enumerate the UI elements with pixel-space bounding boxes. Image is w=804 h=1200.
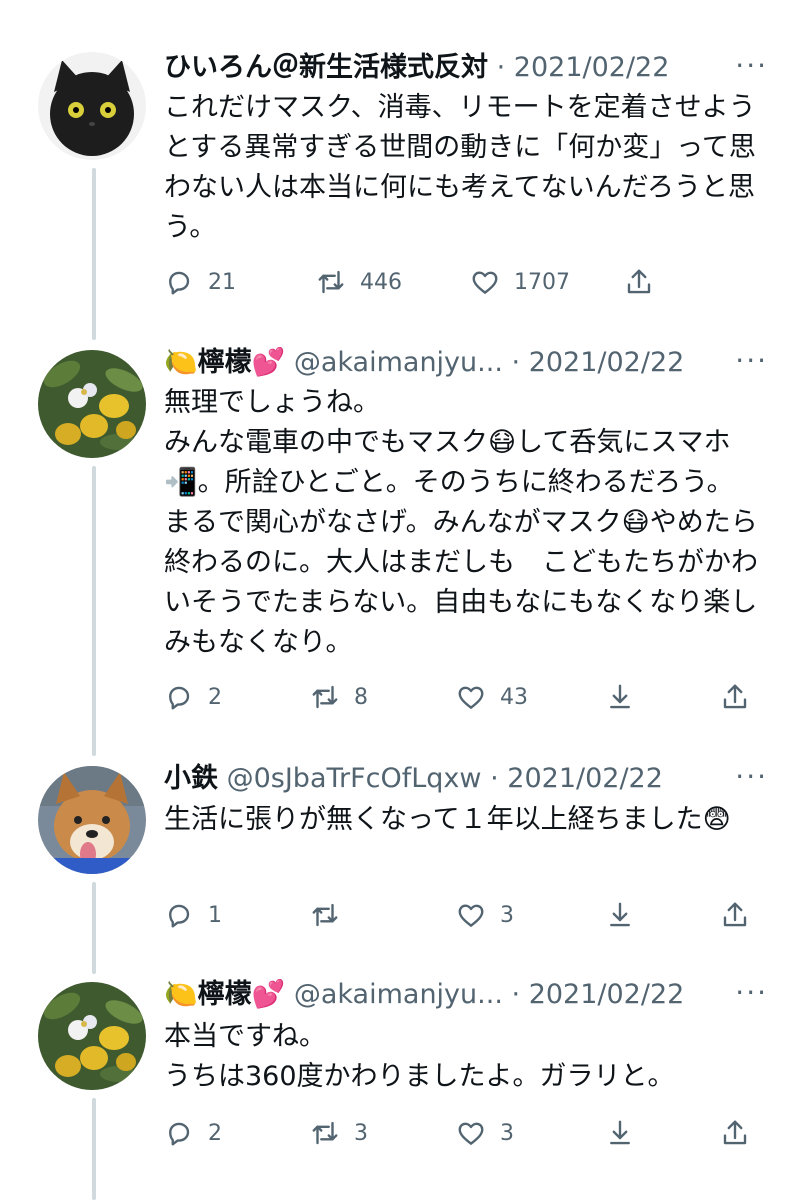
more-options-icon[interactable]: ···	[735, 973, 768, 1013]
heart-icon	[458, 686, 484, 709]
share-icon	[723, 1120, 747, 1145]
like-button[interactable]: 3	[456, 895, 514, 935]
reply-icon	[169, 904, 190, 928]
download-button[interactable]	[605, 677, 635, 717]
share-button[interactable]	[720, 677, 750, 717]
reply-icon	[169, 686, 190, 710]
share-icon	[627, 269, 651, 294]
tweet-text: これだけマスク、消毒、リモートを定着させようとする異常すぎる世間の動きに「何か変…	[164, 92, 756, 243]
thread-line	[92, 168, 96, 340]
avatar[interactable]	[38, 982, 146, 1090]
display-name[interactable]: 🍋檸檬💕	[164, 347, 285, 378]
more-options-icon[interactable]: ···	[735, 46, 768, 86]
share-icon	[723, 684, 747, 709]
retweet-button[interactable]: 8	[310, 677, 368, 717]
reply-count: 1	[208, 902, 222, 928]
reply-button[interactable]: 2	[164, 677, 222, 717]
retweet-button[interactable]: 3	[310, 1113, 368, 1153]
heart-icon	[458, 1122, 484, 1145]
retweet-count: 3	[354, 1120, 368, 1146]
share-button[interactable]	[624, 262, 654, 302]
tweet-header: 小鉄 @0sJbaTrFcOfLqxw · 2021/02/22	[164, 759, 764, 799]
reply-icon	[169, 271, 190, 295]
user-handle[interactable]: @0sJbaTrFcOfLqxw	[227, 763, 482, 794]
reply-button[interactable]: 1	[164, 895, 222, 935]
separator-dot: ·	[511, 979, 521, 1010]
separator-dot: ·	[490, 763, 499, 794]
retweet-icon	[312, 1121, 338, 1145]
reply-count: 2	[208, 684, 222, 710]
user-handle[interactable]: @akaimanjyu...	[294, 347, 503, 378]
thread-line	[92, 882, 96, 974]
like-button[interactable]: 3	[456, 1113, 514, 1153]
download-icon	[610, 1120, 630, 1145]
like-count: 1707	[514, 269, 570, 295]
action-bar: 2 3 3	[164, 1113, 754, 1153]
retweet-icon	[318, 270, 344, 294]
reply-icon	[169, 1122, 190, 1146]
separator-dot: ·	[496, 52, 506, 83]
tweet-header: 🍋檸檬💕 @akaimanjyu... · 2021/02/22	[164, 975, 764, 1015]
retweet-count: 446	[360, 269, 402, 295]
timestamp[interactable]: 2021/02/22	[507, 763, 663, 794]
tweet-text: 本当ですね。 うちは360度かわりましたよ。ガラリと。	[164, 1021, 675, 1092]
retweet-count: 8	[354, 684, 368, 710]
thread-line	[92, 466, 96, 756]
reply-button[interactable]: 21	[164, 262, 236, 302]
retweet-icon	[312, 903, 338, 927]
avatar[interactable]	[38, 350, 146, 458]
timestamp[interactable]: 2021/02/22	[529, 979, 685, 1010]
action-bar: 1 3	[164, 895, 754, 935]
tweet-text: 生活に張りが無くなって１年以上経ちました😨	[164, 804, 731, 835]
reply-count: 2	[208, 1120, 222, 1146]
more-options-icon[interactable]: ···	[735, 757, 768, 797]
like-count: 43	[500, 684, 528, 710]
tweet-header: ひいろん＠新生活様式反対 · 2021/02/22	[164, 48, 764, 88]
action-bar: 21 446 1707	[164, 262, 674, 302]
display-name[interactable]: ひいろん＠新生活様式反対	[164, 52, 488, 83]
heart-icon	[472, 271, 498, 294]
retweet-icon	[312, 685, 338, 709]
share-button[interactable]	[720, 895, 750, 935]
display-name[interactable]: 🍋檸檬💕	[164, 979, 285, 1010]
download-button[interactable]	[605, 1113, 635, 1153]
share-button[interactable]	[720, 1113, 750, 1153]
download-button[interactable]	[605, 895, 635, 935]
tweet-text: 無理でしょうね。 みんな電車の中でもマスク😷して呑気にスマホ📲。所詮ひとごと。そ…	[164, 387, 758, 658]
avatar[interactable]	[38, 52, 146, 160]
thread-line	[92, 1098, 96, 1200]
action-bar: 2 8 43	[164, 677, 754, 717]
heart-icon	[458, 904, 484, 927]
like-button[interactable]: 43	[456, 677, 528, 717]
download-icon	[610, 902, 630, 927]
like-count: 3	[500, 902, 514, 928]
like-count: 3	[500, 1120, 514, 1146]
separator-dot: ·	[511, 347, 521, 378]
tweet-header: 🍋檸檬💕 @akaimanjyu... · 2021/02/22	[164, 343, 764, 383]
timestamp[interactable]: 2021/02/22	[529, 347, 685, 378]
timestamp[interactable]: 2021/02/22	[514, 52, 670, 83]
reply-count: 21	[208, 269, 236, 295]
reply-button[interactable]: 2	[164, 1113, 222, 1153]
share-icon	[723, 902, 747, 927]
retweet-button[interactable]: 446	[316, 262, 402, 302]
avatar[interactable]	[38, 766, 146, 874]
download-icon	[610, 684, 630, 709]
user-handle[interactable]: @akaimanjyu...	[294, 979, 503, 1010]
retweet-button[interactable]	[310, 895, 354, 935]
more-options-icon[interactable]: ···	[735, 341, 768, 381]
display-name[interactable]: 小鉄	[164, 763, 218, 794]
like-button[interactable]: 1707	[470, 262, 570, 302]
